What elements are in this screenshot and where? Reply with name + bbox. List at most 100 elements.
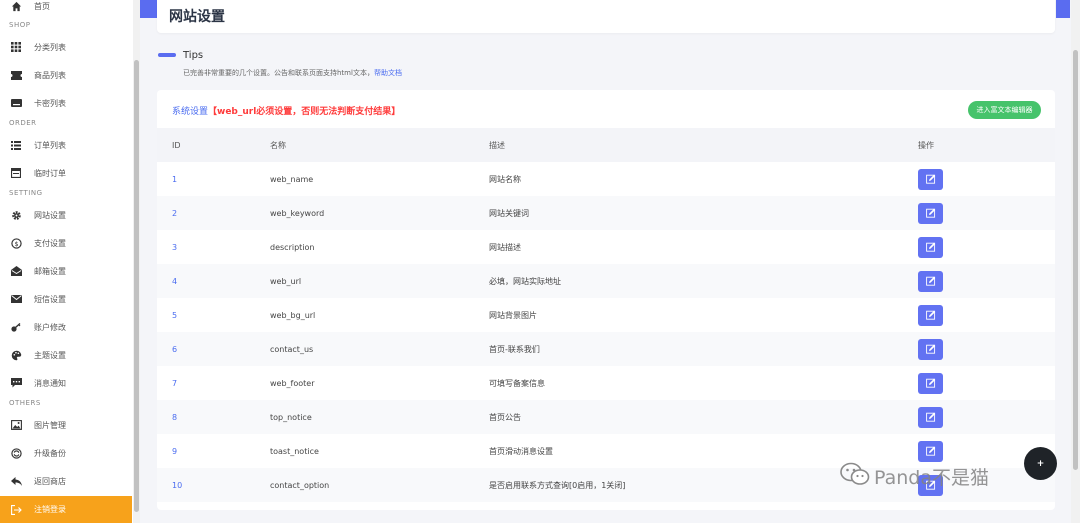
sidebar-item-label: 短信设置 (34, 294, 66, 304)
reply-icon (10, 475, 22, 487)
svg-text:$: $ (14, 239, 18, 247)
sidebar-item-temp-order[interactable]: 临时订单 (0, 160, 132, 186)
grid-icon (10, 41, 22, 53)
sidebar-item-label: 分类列表 (34, 42, 66, 52)
sidebar-item-label: 主题设置 (34, 350, 66, 360)
row-id: 2 (172, 208, 178, 218)
edit-button[interactable] (918, 372, 943, 394)
sidebar-item-label: 网站设置 (34, 210, 66, 220)
edit-button[interactable] (918, 236, 943, 258)
column-header-name: 名称 (270, 140, 286, 150)
edit-button[interactable] (918, 304, 943, 326)
row-desc: 首页滑动消息设置 (489, 446, 553, 456)
table-header: ID 名称 描述 操作 (157, 128, 1055, 162)
tips-text: 已完善非常重要的几个设置。公告和联系页面支持html文本，帮助文档 (183, 68, 402, 78)
sidebar-item-category-list[interactable]: 分类列表 (0, 34, 132, 60)
sidebar-item-theme-settings[interactable]: 主题设置 (0, 342, 132, 368)
sidebar-item-label: 注销登录 (34, 505, 66, 514)
edit-icon (925, 410, 936, 425)
sidebar-item-order-list[interactable]: 订单列表 (0, 132, 132, 158)
sidebar-item-site-settings[interactable]: 网站设置 (0, 202, 132, 228)
row-desc: 首页公告 (489, 412, 521, 422)
home-icon (10, 0, 22, 12)
settings-table-card: 系统设置【web_url必须设置，否则无法判断支付结果】 进入富文本编辑器 ID… (157, 90, 1055, 510)
sidebar-item-home[interactable]: 首页 (0, 0, 132, 19)
ticket-icon (10, 69, 22, 81)
row-desc: 必填，网站实际地址 (489, 276, 561, 286)
edit-button[interactable] (918, 168, 943, 190)
sidebar-item-upgrade-backup[interactable]: 升级备份 (0, 440, 132, 466)
rich-text-editor-button[interactable]: 进入富文本编辑器 (968, 101, 1041, 119)
row-id: 4 (172, 276, 178, 286)
row-id: 10 (172, 480, 183, 490)
edit-button[interactable] (918, 270, 943, 292)
tips-accent-bar (158, 53, 176, 57)
main-scrollbar-thumb[interactable] (1073, 50, 1078, 470)
logout-icon (10, 504, 22, 516)
row-id: 9 (172, 446, 178, 456)
card-heading-warning: 【web_url必须设置，否则无法判断支付结果】 (208, 107, 401, 117)
sidebar-item-account-edit[interactable]: 账户修改 (0, 314, 132, 340)
row-id: 7 (172, 378, 178, 388)
sidebar-item-card-list[interactable]: 卡密列表 (0, 90, 132, 116)
row-action (918, 332, 943, 366)
sidebar-scrollbar-thumb[interactable] (134, 60, 139, 512)
edit-button[interactable] (918, 406, 943, 428)
edit-icon (925, 376, 936, 391)
row-action (918, 298, 943, 332)
row-desc: 网站名称 (489, 174, 521, 184)
edit-icon (925, 206, 936, 221)
tips-description: 已完善非常重要的几个设置。公告和联系页面支持html文本， (183, 69, 374, 77)
row-action (918, 230, 943, 264)
sidebar-item-sms-settings[interactable]: 短信设置 (0, 286, 132, 312)
card-heading-title: 系统设置 (172, 107, 209, 117)
edit-button[interactable] (918, 440, 943, 462)
section-title-setting: SETTING (9, 189, 43, 197)
sidebar-item-back-to-store[interactable]: 返回商店 (0, 468, 132, 494)
sidebar-item-label: 支付设置 (34, 238, 66, 248)
sidebar-item-image-manage[interactable]: 图片管理 (0, 412, 132, 438)
row-name: contact_option (270, 480, 330, 490)
calendar-icon (10, 167, 22, 179)
table-row: 4 web_url 必填，网站实际地址 (157, 264, 1055, 298)
row-action (918, 366, 943, 400)
sidebar-scrollbar[interactable] (133, 0, 140, 523)
sidebar-item-logout[interactable]: 注销登录 (0, 496, 132, 523)
row-action (918, 264, 943, 298)
sidebar-item-label: 消息通知 (34, 378, 66, 388)
edit-icon (925, 444, 936, 459)
row-id: 1 (172, 174, 178, 184)
row-name: web_bg_url (270, 310, 316, 320)
row-action (918, 400, 943, 434)
sidebar: 首页 SHOP 分类列表 商品列表 卡密列表 ORDER 订单列表 临时订单 S… (0, 0, 140, 523)
watermark-text: Panda不是猫 (874, 467, 989, 489)
sidebar-item-payment-settings[interactable]: $ 支付设置 (0, 230, 132, 256)
sidebar-item-message-notify[interactable]: 消息通知 (0, 370, 132, 396)
row-desc: 网站背景图片 (489, 310, 537, 320)
row-id: 3 (172, 242, 178, 252)
sidebar-item-label: 商品列表 (34, 70, 66, 80)
table-row: 1 web_name 网站名称 (157, 162, 1055, 196)
column-header-action: 操作 (918, 140, 934, 150)
row-name: toast_notice (270, 446, 319, 456)
row-name: description (270, 242, 315, 252)
sidebar-item-label: 卡密列表 (34, 98, 66, 108)
watermark: Panda不是猫 (840, 462, 989, 491)
edit-button[interactable] (918, 202, 943, 224)
floating-add-button[interactable]: + (1024, 447, 1057, 480)
sidebar-item-label: 邮箱设置 (34, 266, 66, 276)
help-docs-link[interactable]: 帮助文档 (374, 69, 402, 77)
sidebar-item-product-list[interactable]: 商品列表 (0, 62, 132, 88)
main-scrollbar[interactable] (1071, 0, 1080, 523)
row-name: web_url (270, 276, 302, 286)
row-id: 8 (172, 412, 178, 422)
edit-button[interactable] (918, 338, 943, 360)
sidebar-item-email-settings[interactable]: 邮箱设置 (0, 258, 132, 284)
edit-icon (925, 172, 936, 187)
row-name: contact_us (270, 344, 314, 354)
mail-open-icon (10, 265, 22, 277)
column-header-id: ID (172, 140, 181, 150)
envelope-icon (10, 293, 22, 305)
row-name: top_notice (270, 412, 312, 422)
table-row: 2 web_keyword 网站关键词 (157, 196, 1055, 230)
